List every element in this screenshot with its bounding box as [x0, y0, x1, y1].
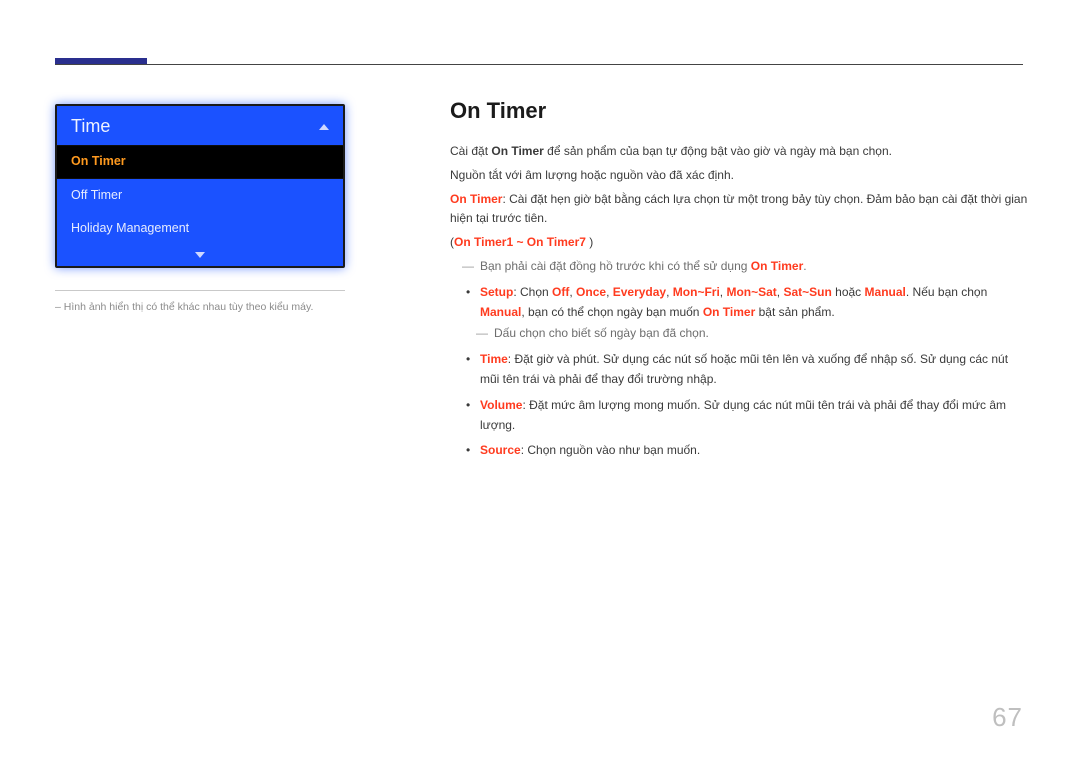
opt-manual-2: Manual: [480, 305, 521, 319]
paren-post: ): [586, 235, 593, 249]
note-clock-post: .: [803, 259, 806, 273]
or-word: hoặc: [832, 285, 865, 299]
chevron-down-icon[interactable]: [195, 252, 205, 258]
page-number: 67: [992, 702, 1023, 733]
menu-item-off-timer[interactable]: Off Timer: [57, 179, 343, 213]
left-column: Time On Timer Off Timer Holiday Manageme…: [55, 104, 355, 313]
left-caption: Hình ảnh hiển thị có thể khác nhau tùy t…: [55, 301, 345, 313]
intro-1-pre: Cài đặt: [450, 144, 491, 158]
manual-page: Time On Timer Off Timer Holiday Manageme…: [0, 0, 1080, 763]
intro-line-2: Nguồn tắt với âm lượng hoặc nguồn vào đã…: [450, 166, 1030, 186]
menu-title: Time: [71, 116, 110, 137]
bullet-time-text: : Đặt giờ và phút. Sử dụng các nút số ho…: [480, 352, 1008, 386]
bullet-volume-text: : Đặt mức âm lượng mong muốn. Sử dụng cá…: [480, 398, 1006, 432]
opt-manual-1: Manual: [865, 285, 906, 299]
opt-monsat: Mon~Sat: [726, 285, 776, 299]
bullet-volume: Volume: Đặt mức âm lượng mong muốn. Sử d…: [450, 396, 1030, 436]
menu-item-on-timer[interactable]: On Timer: [57, 145, 343, 179]
intro-line-3: On Timer: Cài đặt hẹn giờ bật bằng cách …: [450, 190, 1030, 230]
bullet-setup-sep: : Chọn: [513, 285, 552, 299]
note-clock-pre: Bạn phải cài đặt đồng hồ trước khi có th…: [480, 259, 751, 273]
bullet-source-label: Source: [480, 443, 521, 457]
bullet-time-label: Time: [480, 352, 508, 366]
section-title: On Timer: [450, 98, 1030, 124]
opt-everyday: Everyday: [613, 285, 666, 299]
menu-title-row: Time: [57, 106, 343, 145]
left-caption-separator: [55, 290, 345, 291]
bullet-volume-label: Volume: [480, 398, 522, 412]
menu-footer: [57, 246, 343, 266]
paren-line: (On Timer1 ~ On Timer7 ): [450, 233, 1030, 253]
intro-3-strong: On Timer: [450, 192, 502, 206]
opt-satsun: Sat~Sun: [783, 285, 831, 299]
intro-1-strong: On Timer: [491, 144, 543, 158]
bullet-setup-label: Setup: [480, 285, 513, 299]
setup-after: . Nếu bạn chọn: [906, 285, 987, 299]
menu-item-holiday-management[interactable]: Holiday Management: [57, 212, 343, 246]
intro-line-1: Cài đặt On Timer để sản phẩm của bạn tự …: [450, 142, 1030, 162]
intro-1-post: để sản phẩm của bạn tự động bật vào giờ …: [544, 144, 892, 158]
bullet-source-text: : Chọn nguồn vào như bạn muốn.: [521, 443, 701, 457]
bullet-source: Source: Chọn nguồn vào như bạn muốn.: [450, 441, 1030, 461]
setup-tail-pre: , bạn có thể chọn ngày bạn muốn: [521, 305, 702, 319]
header-rule: [55, 64, 1023, 65]
note-clock-strong: On Timer: [751, 259, 803, 273]
opt-off: Off: [552, 285, 569, 299]
setup-tail-strong: On Timer: [703, 305, 755, 319]
setup-tail-post: bật sản phẩm.: [755, 305, 834, 319]
opt-monfri: Mon~Fri: [673, 285, 720, 299]
chevron-up-icon[interactable]: [319, 124, 329, 130]
intro-3-post: : Cài đặt hẹn giờ bật bằng cách lựa chọn…: [450, 192, 1027, 226]
bullet-setup: Setup: Chọn Off, Once, Everyday, Mon~Fri…: [450, 283, 1030, 323]
note-marks: Dấu chọn cho biết số ngày bạn đã chọn.: [464, 324, 1030, 344]
opt-once: Once: [576, 285, 606, 299]
time-menu: Time On Timer Off Timer Holiday Manageme…: [55, 104, 345, 268]
bullet-time: Time: Đặt giờ và phút. Sử dụng các nút s…: [450, 350, 1030, 390]
right-column: On Timer Cài đặt On Timer để sản phẩm củ…: [450, 98, 1030, 461]
paren-strong: On Timer1 ~ On Timer7: [454, 235, 586, 249]
note-clock: Bạn phải cài đặt đồng hồ trước khi có th…: [450, 257, 1030, 277]
